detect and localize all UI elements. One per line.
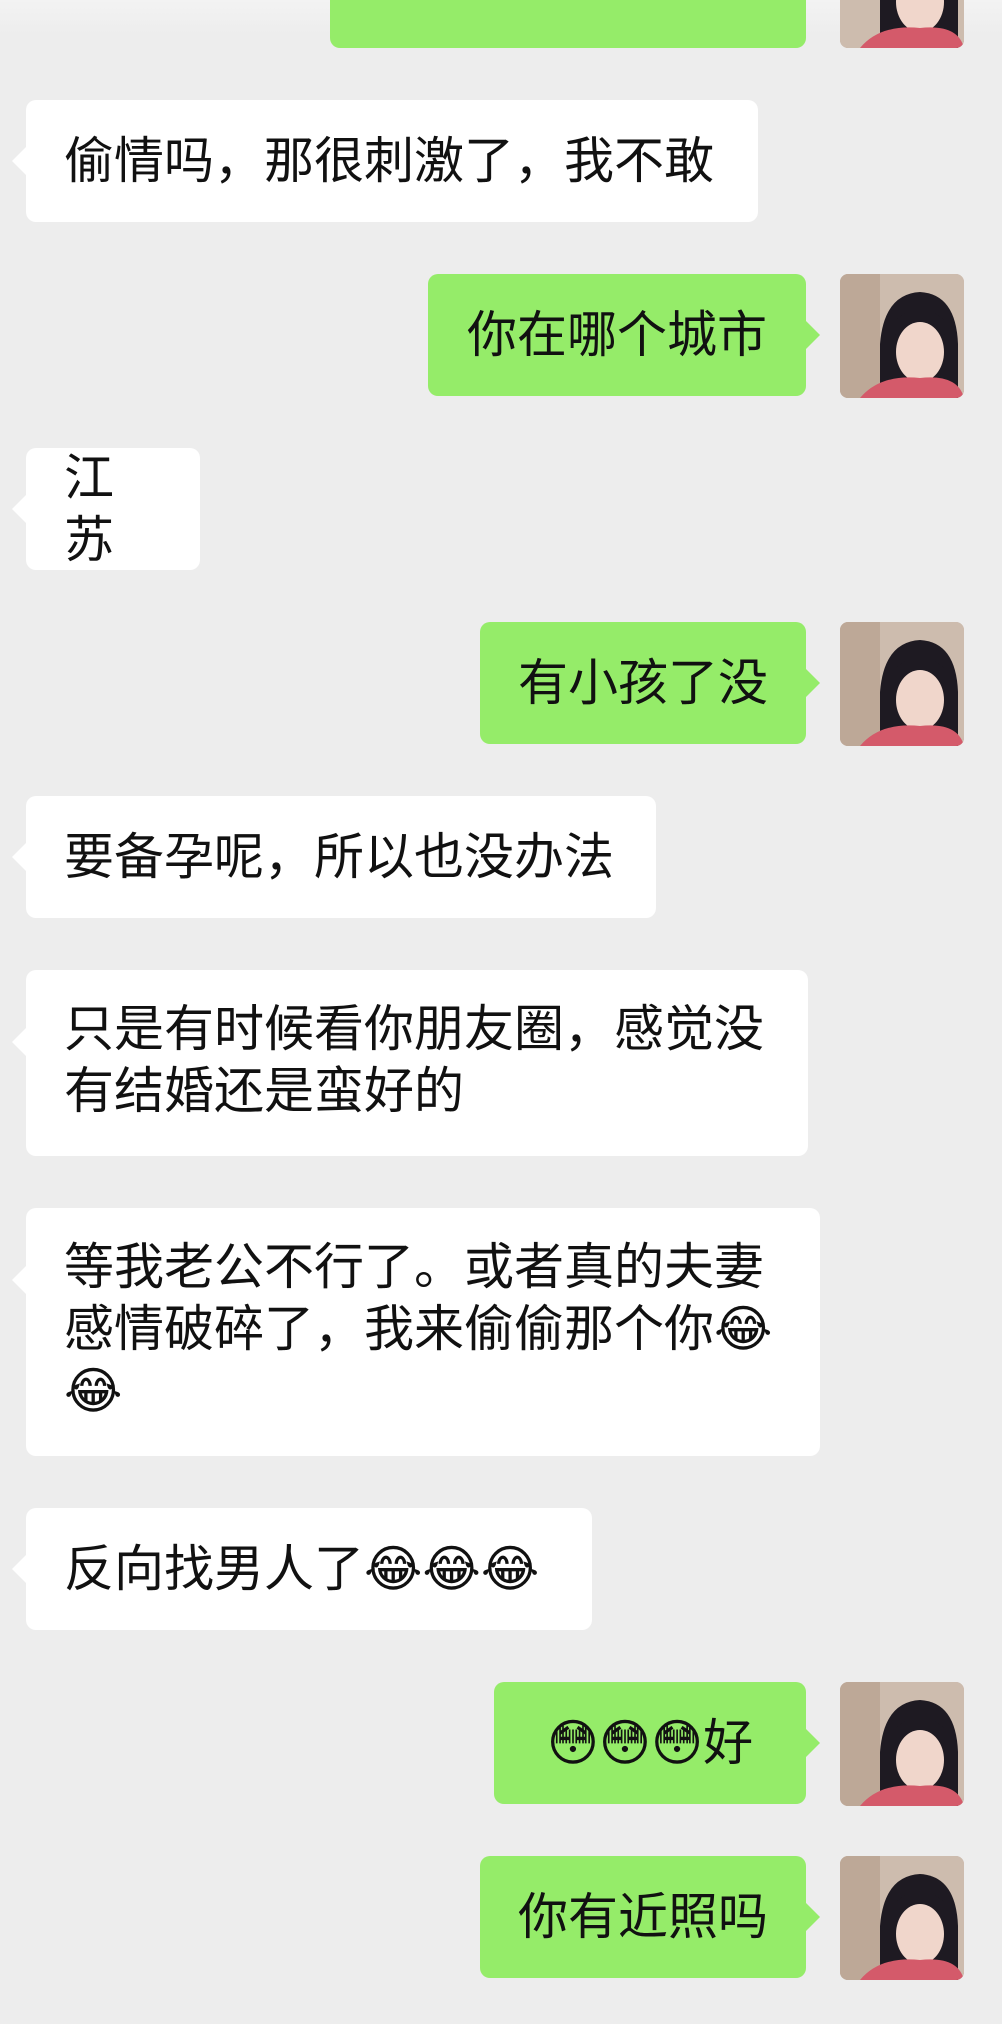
sent-message-bubble[interactable]: 你在哪个城市 bbox=[428, 274, 820, 396]
message-line: 感情破碎了，我来偷偷那个你😂 bbox=[64, 1300, 773, 1358]
message-text: 有小孩了没 bbox=[518, 654, 768, 712]
bubble-tail bbox=[12, 843, 26, 871]
avatar-photo-icon bbox=[840, 1682, 964, 1806]
message-text: 江苏 bbox=[64, 449, 114, 569]
bubble-tail bbox=[12, 1555, 26, 1583]
message-text: 偷情吗，那很刺激了，我不敢 bbox=[64, 132, 714, 190]
bubble-tail bbox=[806, 669, 820, 697]
message-text: 你在哪个城市 bbox=[467, 306, 767, 364]
message-text: 反向找男人了😂😂😂 bbox=[64, 1540, 540, 1598]
message-line: 等我老公不行了。或者真的夫妻 bbox=[64, 1238, 764, 1296]
bubble-tail bbox=[806, 1903, 820, 1931]
chat-message-list: 偷情吗，那很刺激了，我不敢 你在哪个城市 江苏 有小孩了没 要备孕呢，所以也没办… bbox=[0, 0, 1002, 2024]
message-line: 😂 bbox=[64, 1362, 123, 1420]
bubble-tail bbox=[806, 1729, 820, 1757]
bubble-tail bbox=[12, 1266, 26, 1294]
message-text: 要备孕呢，所以也没办法 bbox=[64, 828, 614, 886]
avatar-photo-icon bbox=[840, 0, 964, 48]
avatar-photo-icon bbox=[840, 1856, 964, 1980]
avatar[interactable] bbox=[840, 1856, 964, 1980]
avatar[interactable] bbox=[840, 274, 964, 398]
avatar-photo-icon bbox=[840, 622, 964, 746]
avatar[interactable] bbox=[840, 0, 964, 48]
sent-message-bubble[interactable]: 😳😳😳好 bbox=[494, 1682, 820, 1804]
message-text: 😳😳😳好 bbox=[546, 1714, 754, 1772]
message-line: 只是有时候看你朋友圈，感觉没 bbox=[64, 1000, 764, 1058]
bubble-tail bbox=[12, 495, 26, 523]
received-message-bubble[interactable]: 偷情吗，那很刺激了，我不敢 bbox=[12, 100, 758, 222]
bubble-tail bbox=[806, 321, 820, 349]
message-text: 等我老公不行了。或者真的夫妻 感情破碎了，我来偷偷那个你😂 😂 bbox=[64, 1236, 772, 1422]
sent-message-bubble[interactable]: 有小孩了没 bbox=[480, 622, 820, 744]
message-text: 只是有时候看你朋友圈，感觉没 有结婚还是蛮好的 bbox=[64, 998, 764, 1122]
bubble-tail bbox=[12, 1028, 26, 1056]
received-message-bubble[interactable]: 只是有时候看你朋友圈，感觉没 有结婚还是蛮好的 bbox=[12, 970, 808, 1156]
avatar[interactable] bbox=[840, 622, 964, 746]
previous-sent-bubble[interactable] bbox=[330, 0, 806, 48]
message-line: 有结婚还是蛮好的 bbox=[64, 1062, 464, 1120]
avatar[interactable] bbox=[840, 1682, 964, 1806]
sent-message-bubble[interactable]: 你有近照吗 bbox=[480, 1856, 820, 1978]
message-text: 你有近照吗 bbox=[518, 1888, 768, 1946]
avatar-photo-icon bbox=[840, 274, 964, 398]
received-message-bubble[interactable]: 要备孕呢，所以也没办法 bbox=[12, 796, 656, 918]
bubble-tail bbox=[12, 147, 26, 175]
received-message-bubble[interactable]: 江苏 bbox=[12, 448, 200, 570]
received-message-bubble[interactable]: 反向找男人了😂😂😂 bbox=[12, 1508, 592, 1630]
received-message-bubble[interactable]: 等我老公不行了。或者真的夫妻 感情破碎了，我来偷偷那个你😂 😂 bbox=[12, 1208, 820, 1456]
